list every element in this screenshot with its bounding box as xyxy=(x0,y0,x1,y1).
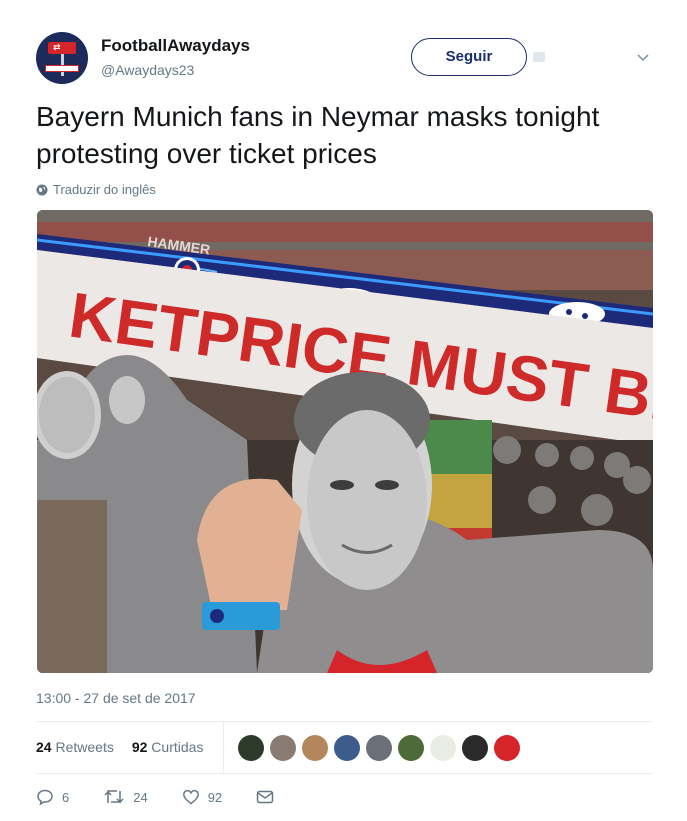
liker-avatar[interactable] xyxy=(494,735,520,761)
divider xyxy=(36,773,653,774)
retweets-count: 24 xyxy=(36,739,52,755)
globe-icon xyxy=(36,184,48,195)
retweets-stat[interactable]: 24 Retweets xyxy=(36,739,114,755)
reply-button[interactable]: 6 xyxy=(36,788,69,806)
liker-avatar[interactable] xyxy=(462,735,488,761)
tweet-actions: 6 24 92 xyxy=(36,788,308,806)
stats-separator xyxy=(223,722,224,773)
chevron-down-icon[interactable] xyxy=(636,50,652,66)
retweets-label: Retweets xyxy=(55,739,114,755)
liker-avatar[interactable] xyxy=(366,735,392,761)
sign-plate xyxy=(45,65,79,72)
reply-count: 6 xyxy=(62,789,70,805)
like-count: 92 xyxy=(207,789,223,805)
liker-avatar[interactable] xyxy=(334,735,360,761)
follow-menu-icon[interactable] xyxy=(533,52,545,62)
likes-count: 92 xyxy=(131,739,148,755)
tweet-text: Bayern Munich fans in Neymar masks tonig… xyxy=(36,101,600,169)
liker-avatars xyxy=(238,735,520,761)
envelope-icon xyxy=(256,790,274,804)
reply-icon xyxy=(37,789,53,806)
tweet-header: ⇄ FootballAwaydays @Awaydays23 Seguir xyxy=(36,30,656,86)
translate-link[interactable]: Traduzir do inglês xyxy=(36,182,156,197)
retweet-button[interactable]: 24 xyxy=(103,788,148,806)
divider xyxy=(36,721,653,722)
handle[interactable]: @Awaydays23 xyxy=(101,62,194,78)
display-name[interactable]: FootballAwaydays xyxy=(101,36,250,56)
follow-button[interactable]: Seguir xyxy=(411,38,527,76)
translate-label[interactable]: Traduzir do inglês xyxy=(53,182,156,197)
liker-avatar[interactable] xyxy=(302,735,328,761)
heart-icon xyxy=(182,789,199,805)
tweet-stats: 24 Retweets 92 Curtidas xyxy=(36,739,203,755)
tweet-photo[interactable]: HAMMER KETPRICE MUST BE xyxy=(37,210,653,673)
liker-avatar[interactable] xyxy=(430,735,456,761)
like-button[interactable]: 92 xyxy=(182,788,222,806)
retweet-count: 24 xyxy=(133,789,148,805)
likes-stat[interactable]: 92 Curtidas xyxy=(132,739,204,755)
likes-label: Curtidas xyxy=(151,739,204,755)
retweet-icon xyxy=(104,790,124,804)
tweet-timestamp[interactable]: 13:00 - 27 de set de 2017 xyxy=(36,690,196,706)
liker-avatar[interactable] xyxy=(270,735,296,761)
liker-avatar[interactable] xyxy=(398,735,424,761)
crowd-photo: HAMMER KETPRICE MUST BE xyxy=(37,210,653,673)
dm-button[interactable] xyxy=(256,789,274,805)
avatar[interactable]: ⇄ xyxy=(36,32,88,84)
liker-avatar[interactable] xyxy=(238,735,264,761)
rail-arrows-icon: ⇄ xyxy=(53,43,61,53)
